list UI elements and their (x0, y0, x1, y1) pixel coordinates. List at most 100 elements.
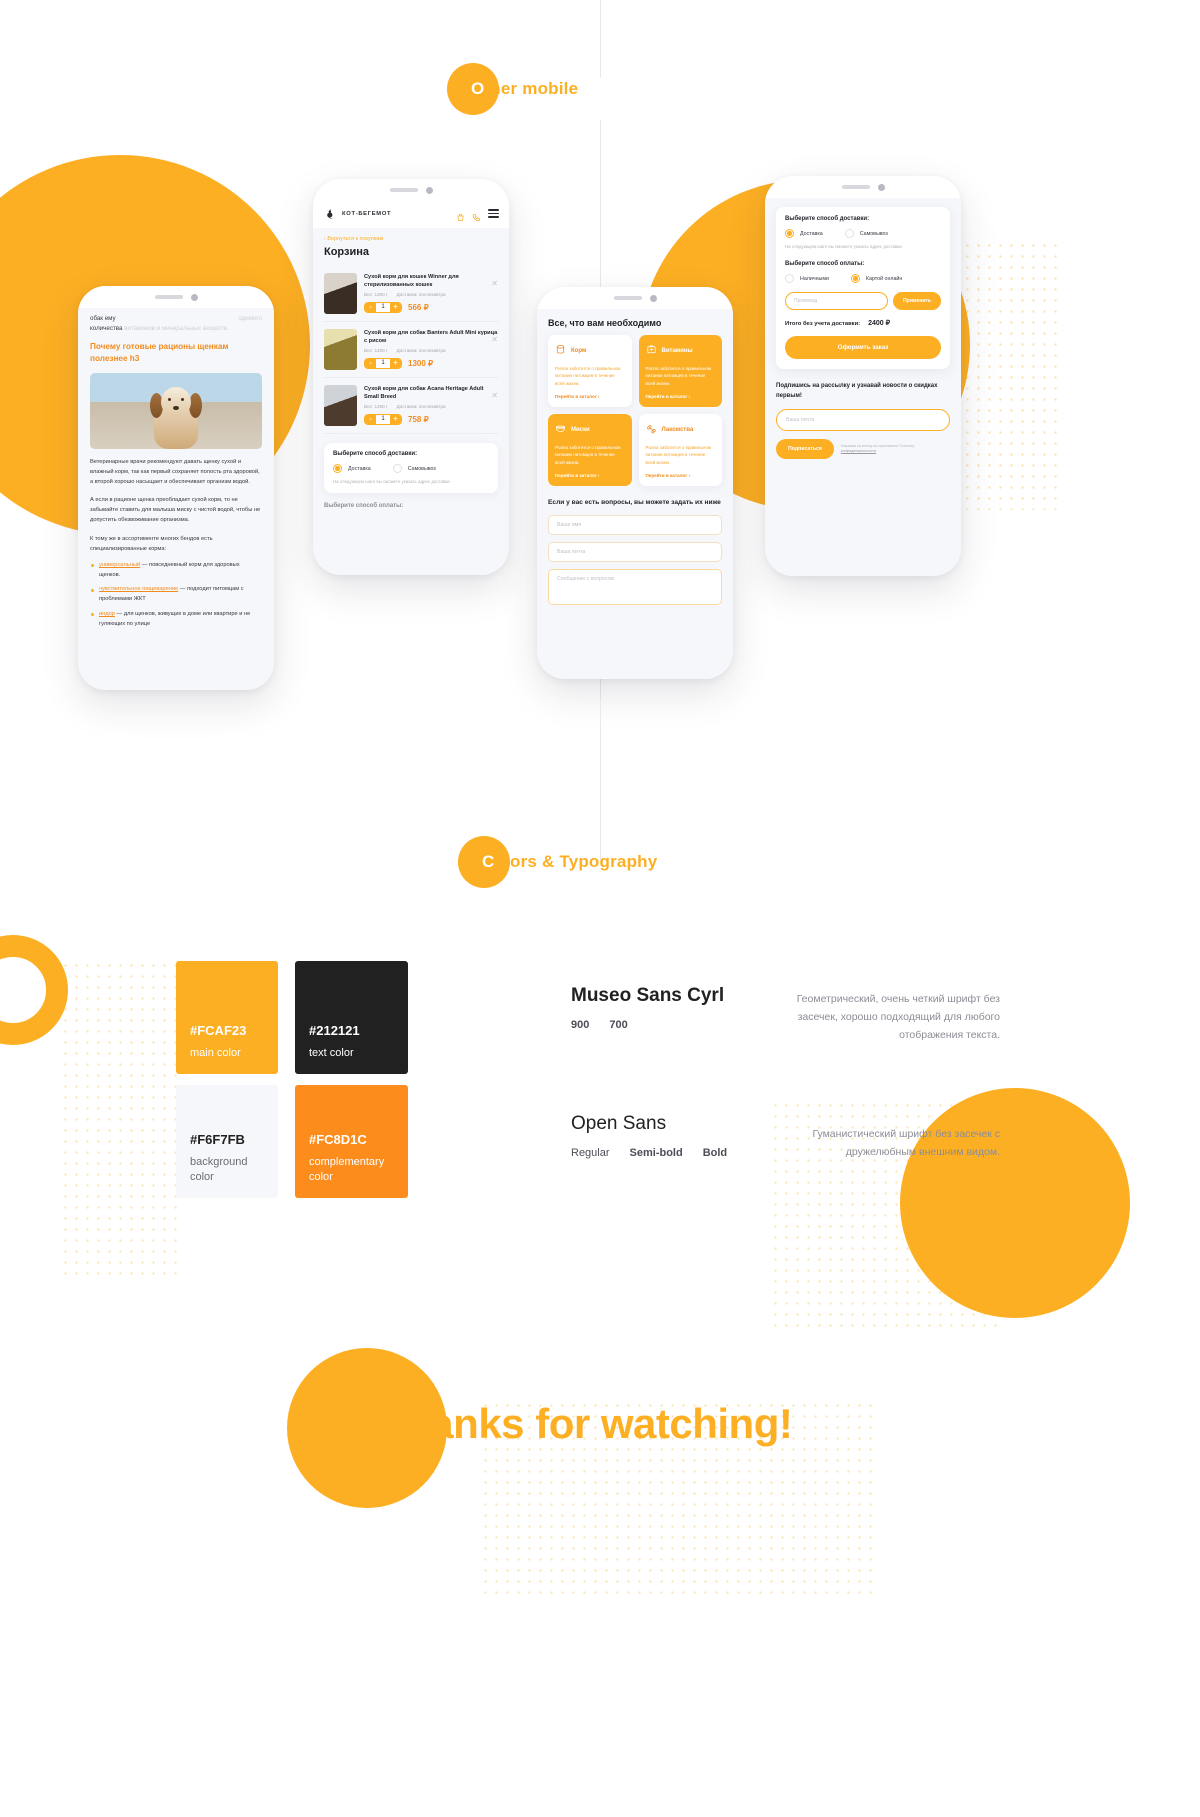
qty-increase-button[interactable]: + (390, 303, 401, 313)
bone-icon (646, 421, 657, 439)
swatch-hex: #FCAF23 (190, 1023, 247, 1039)
newsletter-note-text: Нажимая на кнопку вы принимаете Политику (840, 443, 915, 448)
phone-mockup-article: обак ему одимого количества витаминов и … (78, 286, 274, 690)
category-desc: Purina заботится о правильном питании пи… (555, 445, 621, 465)
section-title-rest: ther mobile (484, 79, 579, 98)
product-price: 1300 ₽ (408, 359, 434, 369)
category-name: Миски (571, 427, 590, 433)
qty-decrease-button[interactable]: - (365, 303, 376, 313)
radio-pickup-label: Самовывоз (859, 230, 888, 237)
bullet-link[interactable]: универсальный (99, 562, 140, 568)
product-price: 758 ₽ (408, 415, 429, 425)
table-row: Сухой корм для собак Acana Heritage Adul… (324, 378, 498, 434)
radio-cash[interactable] (785, 274, 794, 284)
place-order-button[interactable]: Оформить заказ (785, 336, 941, 360)
back-to-shopping-link[interactable]: ‹ Вернуться к покупкам (324, 236, 498, 242)
product-name: Сухой корм для собак Acana Heritage Adul… (364, 386, 484, 401)
category-card-treats[interactable]: Лакомства Purina заботится о правильном … (638, 414, 722, 486)
name-field[interactable]: Ваше имя (548, 514, 722, 535)
hamburger-menu-icon[interactable] (488, 209, 499, 218)
radio-delivery-label: Доставка (348, 465, 371, 472)
qty-value: 1 (376, 303, 390, 313)
product-delivery: Доставка: послезавтра (396, 404, 446, 410)
category-grid: Корм Purina заботится о правильном питан… (537, 335, 733, 486)
radio-pickup[interactable] (392, 464, 402, 473)
section-header-colors-typography: Colors & Typography (458, 836, 657, 888)
phone-mockup-cart: КОТ-БЕГЕМОТ ‹ Вернуться к покупкам Корзи… (313, 179, 509, 575)
privacy-policy-link[interactable]: конфиденциальности (841, 449, 876, 453)
camera-dot (425, 186, 433, 194)
swatch-name: background color (190, 1156, 248, 1184)
swatch-name: text color (309, 1047, 354, 1060)
email-field[interactable]: Ваша почта (548, 541, 722, 562)
apply-promo-button[interactable]: Применить (893, 292, 941, 311)
newsletter-email-input[interactable]: Ваша почта (776, 409, 950, 432)
promo-code-input[interactable]: Промокод (785, 292, 889, 311)
faded-text-c: количества (90, 325, 123, 333)
thanks-for-watching-text: Thanks for watching! (380, 1400, 793, 1447)
radio-card[interactable] (850, 274, 860, 284)
delivery-method-section: Выберите способ доставки: Доставка Самов… (324, 443, 498, 494)
list-item: универсальный — повседневный корм для зд… (90, 561, 262, 581)
section-title-first-letter: C (482, 852, 495, 871)
remove-item-icon[interactable]: ✕ (491, 280, 498, 288)
photo-dog-head (161, 386, 191, 417)
typography-block-opensans: Open Sans Regular Semi-bold Bold (571, 1113, 727, 1159)
product-delivery: Доставка: послезавтра (396, 292, 446, 298)
checkout-delivery-hint: На следующем шаге вы сможете указать адр… (785, 244, 902, 249)
bullet-link[interactable]: индор (99, 611, 115, 617)
category-card-bowls[interactable]: Миски Purina заботится о правильном пита… (548, 414, 632, 486)
radio-delivery[interactable] (333, 464, 342, 473)
qty-increase-button[interactable]: + (390, 415, 401, 425)
category-catalog-link[interactable]: Перейти в каталог › (555, 394, 625, 399)
speaker-pill (613, 296, 642, 300)
phone4-status-bar (765, 176, 961, 198)
font-family-name: Museo Sans Cyrl (571, 985, 725, 1006)
section-header-other-mobile: Other mobile (447, 63, 578, 115)
category-catalog-link[interactable]: Перейти в каталог › (555, 473, 625, 478)
category-card-food[interactable]: Корм Purina заботится о правильном питан… (548, 335, 632, 407)
camera-dot (190, 293, 198, 301)
article-bullet-list: универсальный — повседневный корм для зд… (90, 561, 262, 630)
checkout-payment-title: Выберите способ оплаты: (785, 261, 865, 268)
font-family-name: Open Sans (571, 1113, 667, 1134)
category-catalog-link[interactable]: Перейти в каталог › (646, 473, 716, 478)
qty-increase-button[interactable]: + (390, 359, 401, 369)
remove-item-icon[interactable]: ✕ (491, 392, 498, 400)
qty-decrease-button[interactable]: - (365, 415, 376, 425)
category-desc: Purina заботится о правильном питании пи… (555, 366, 621, 386)
quantity-stepper[interactable]: - 1 + (364, 414, 402, 426)
subscribe-button[interactable]: Подписаться (776, 439, 834, 460)
radio-delivery[interactable] (785, 229, 794, 238)
radio-pickup[interactable] (844, 229, 854, 238)
cart-page-title: Корзина (324, 246, 369, 258)
checkout-box: Выберите способ доставки: Доставка Самов… (776, 207, 950, 370)
brand-name: КОТ-БЕГЕМОТ (342, 210, 392, 217)
bowl-icon (555, 421, 566, 439)
quantity-stepper[interactable]: - 1 + (364, 302, 402, 314)
section-title-colors: Colors & Typography (482, 852, 657, 872)
category-name: Корм (571, 348, 587, 354)
qty-decrease-button[interactable]: - (365, 359, 376, 369)
section-title-other-mobile: Other mobile (471, 79, 578, 99)
radio-delivery-label: Доставка (800, 230, 823, 237)
section-title-first-letter: O (471, 79, 485, 98)
remove-item-icon[interactable]: ✕ (491, 336, 498, 344)
article-paragraph-3: К тому же в ассортименте многих бендов е… (90, 535, 213, 552)
product-delivery: Доставка: послезавтра (396, 348, 446, 354)
quantity-stepper[interactable]: - 1 + (364, 358, 402, 370)
phone-icon[interactable] (472, 209, 481, 222)
total-value: 2400 ₽ (868, 320, 891, 328)
payment-section-title: Выберите способ оплаты: (324, 503, 404, 510)
category-catalog-link[interactable]: Перейти в каталог › (646, 394, 716, 399)
category-card-vitamins[interactable]: Витамины Purina заботится о правильном п… (638, 335, 722, 407)
section-title-rest: olors & Typography (494, 852, 658, 871)
article-paragraph-1: Ветеринарные врачи рекомендуют давать ще… (90, 458, 260, 486)
article-paragraph-2: А если в рационе щенка преобладает сухой… (90, 497, 261, 524)
shopping-bag-icon[interactable] (456, 209, 465, 221)
font-description-opensans: Гуманистический шрифт без засечек с друж… (812, 1128, 1000, 1159)
vitamins-icon (646, 342, 657, 360)
table-row: Сухой корм для собак Banters Adult Mini … (324, 322, 498, 378)
message-field[interactable]: Сообщение с вопросом (548, 568, 722, 605)
bullet-link[interactable]: чувствительное пищеварение (99, 586, 178, 592)
